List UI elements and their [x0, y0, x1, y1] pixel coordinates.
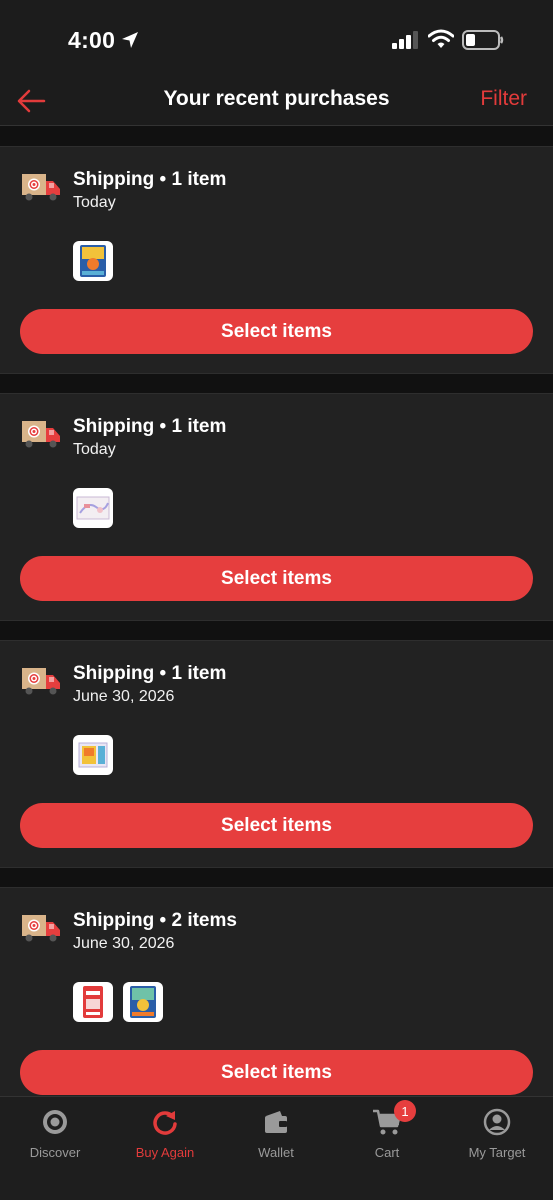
orders-list[interactable]: Shipping • 1 item Today Select items Shi… — [0, 126, 553, 1096]
order-card: Shipping • 1 item June 30, 2026 Select i… — [0, 640, 553, 868]
tab-label: My Target — [468, 1145, 526, 1160]
product-image-icon — [83, 986, 103, 1018]
order-card: Shipping • 1 item Today Select items — [0, 146, 553, 374]
order-thumbnails — [73, 735, 113, 775]
filter-button[interactable]: Filter — [480, 87, 527, 111]
order-date: June 30, 2026 — [73, 688, 175, 705]
product-thumbnail[interactable] — [73, 982, 113, 1022]
order-date: Today — [73, 194, 116, 211]
cellular-signal-icon — [392, 31, 418, 49]
order-card: Shipping • 2 items June 30, 2026 Select … — [0, 887, 553, 1096]
product-thumbnail[interactable] — [73, 241, 113, 281]
tab-my-target[interactable]: My Target — [442, 1107, 552, 1160]
status-bar: 4:00 — [0, 0, 553, 78]
tab-buy-again[interactable]: Buy Again — [110, 1107, 220, 1160]
battery-icon — [462, 30, 504, 50]
delivery-truck-icon — [22, 421, 60, 448]
status-time: 4:00 — [68, 27, 116, 53]
refresh-icon — [153, 1111, 177, 1135]
order-card: Shipping • 1 item Today Select items — [0, 393, 553, 621]
select-items-button[interactable]: Select items — [20, 309, 533, 354]
profile-icon — [483, 1108, 511, 1136]
header: Your recent purchases Filter — [0, 78, 553, 126]
select-items-button[interactable]: Select items — [20, 1050, 533, 1095]
delivery-truck-icon — [22, 668, 60, 695]
delivery-truck-icon — [22, 174, 60, 201]
tab-discover[interactable]: Discover — [0, 1107, 110, 1160]
order-title: Shipping • 1 item — [73, 663, 227, 684]
order-date: Today — [73, 441, 116, 458]
target-icon — [43, 1110, 67, 1134]
product-thumbnail[interactable] — [123, 982, 163, 1022]
select-items-button[interactable]: Select items — [20, 803, 533, 848]
location-arrow-icon — [122, 32, 138, 48]
tab-cart[interactable]: 1 Cart — [332, 1100, 442, 1160]
wallet-icon — [265, 1111, 287, 1133]
order-title: Shipping • 1 item — [73, 416, 227, 437]
tab-wallet[interactable]: Wallet — [221, 1107, 331, 1160]
cart-count-badge: 1 — [394, 1100, 416, 1122]
select-items-button[interactable]: Select items — [20, 556, 533, 601]
wifi-icon — [428, 29, 454, 48]
tab-label: Wallet — [258, 1145, 294, 1160]
tab-label: Buy Again — [135, 1145, 195, 1160]
product-image-icon — [76, 496, 110, 520]
product-thumbnail[interactable] — [73, 488, 113, 528]
order-title: Shipping • 1 item — [73, 169, 227, 190]
order-thumbnails — [73, 488, 113, 528]
product-image-icon — [130, 986, 156, 1018]
order-thumbnails — [73, 982, 163, 1022]
product-image-icon — [78, 742, 108, 768]
order-thumbnails — [73, 241, 113, 281]
tab-label: Cart — [374, 1145, 400, 1160]
product-image-icon — [80, 245, 106, 277]
delivery-truck-icon — [22, 915, 60, 942]
page-title: Your recent purchases — [163, 87, 390, 110]
product-thumbnail[interactable] — [73, 735, 113, 775]
order-title: Shipping • 2 items — [73, 910, 237, 931]
order-date: June 30, 2026 — [73, 935, 175, 952]
tab-label: Discover — [29, 1145, 81, 1160]
bottom-tab-bar: Discover Buy Again Wallet 1 Cart My Targ… — [0, 1096, 553, 1200]
